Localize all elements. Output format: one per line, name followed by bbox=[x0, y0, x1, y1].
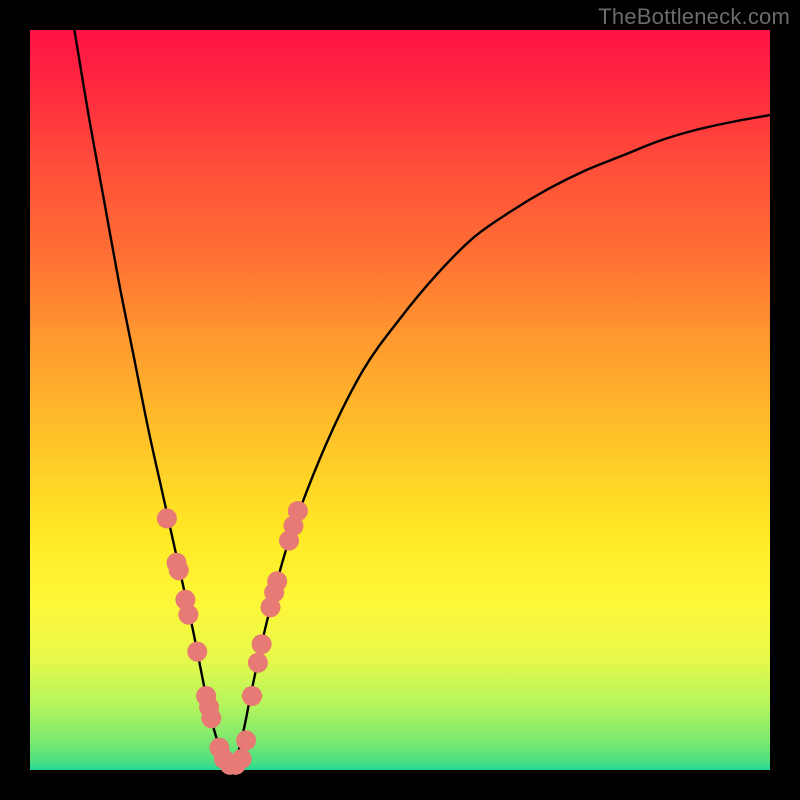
sample-dot bbox=[236, 730, 256, 750]
sample-dot bbox=[187, 642, 207, 662]
sample-dot bbox=[267, 571, 287, 591]
sample-dot bbox=[252, 634, 272, 654]
sample-dot bbox=[169, 560, 189, 580]
sample-dot bbox=[242, 686, 262, 706]
sample-dot bbox=[157, 508, 177, 528]
sample-dot bbox=[248, 653, 268, 673]
plot-area bbox=[30, 30, 770, 770]
sample-dot bbox=[232, 749, 252, 769]
sample-dot bbox=[201, 708, 221, 728]
chart-frame: TheBottleneck.com bbox=[0, 0, 800, 800]
sample-dots bbox=[157, 501, 308, 775]
curve-layer bbox=[30, 30, 770, 770]
sample-dot bbox=[178, 605, 198, 625]
watermark-text: TheBottleneck.com bbox=[598, 4, 790, 30]
sample-dot bbox=[288, 501, 308, 521]
bottleneck-curve bbox=[74, 30, 770, 766]
